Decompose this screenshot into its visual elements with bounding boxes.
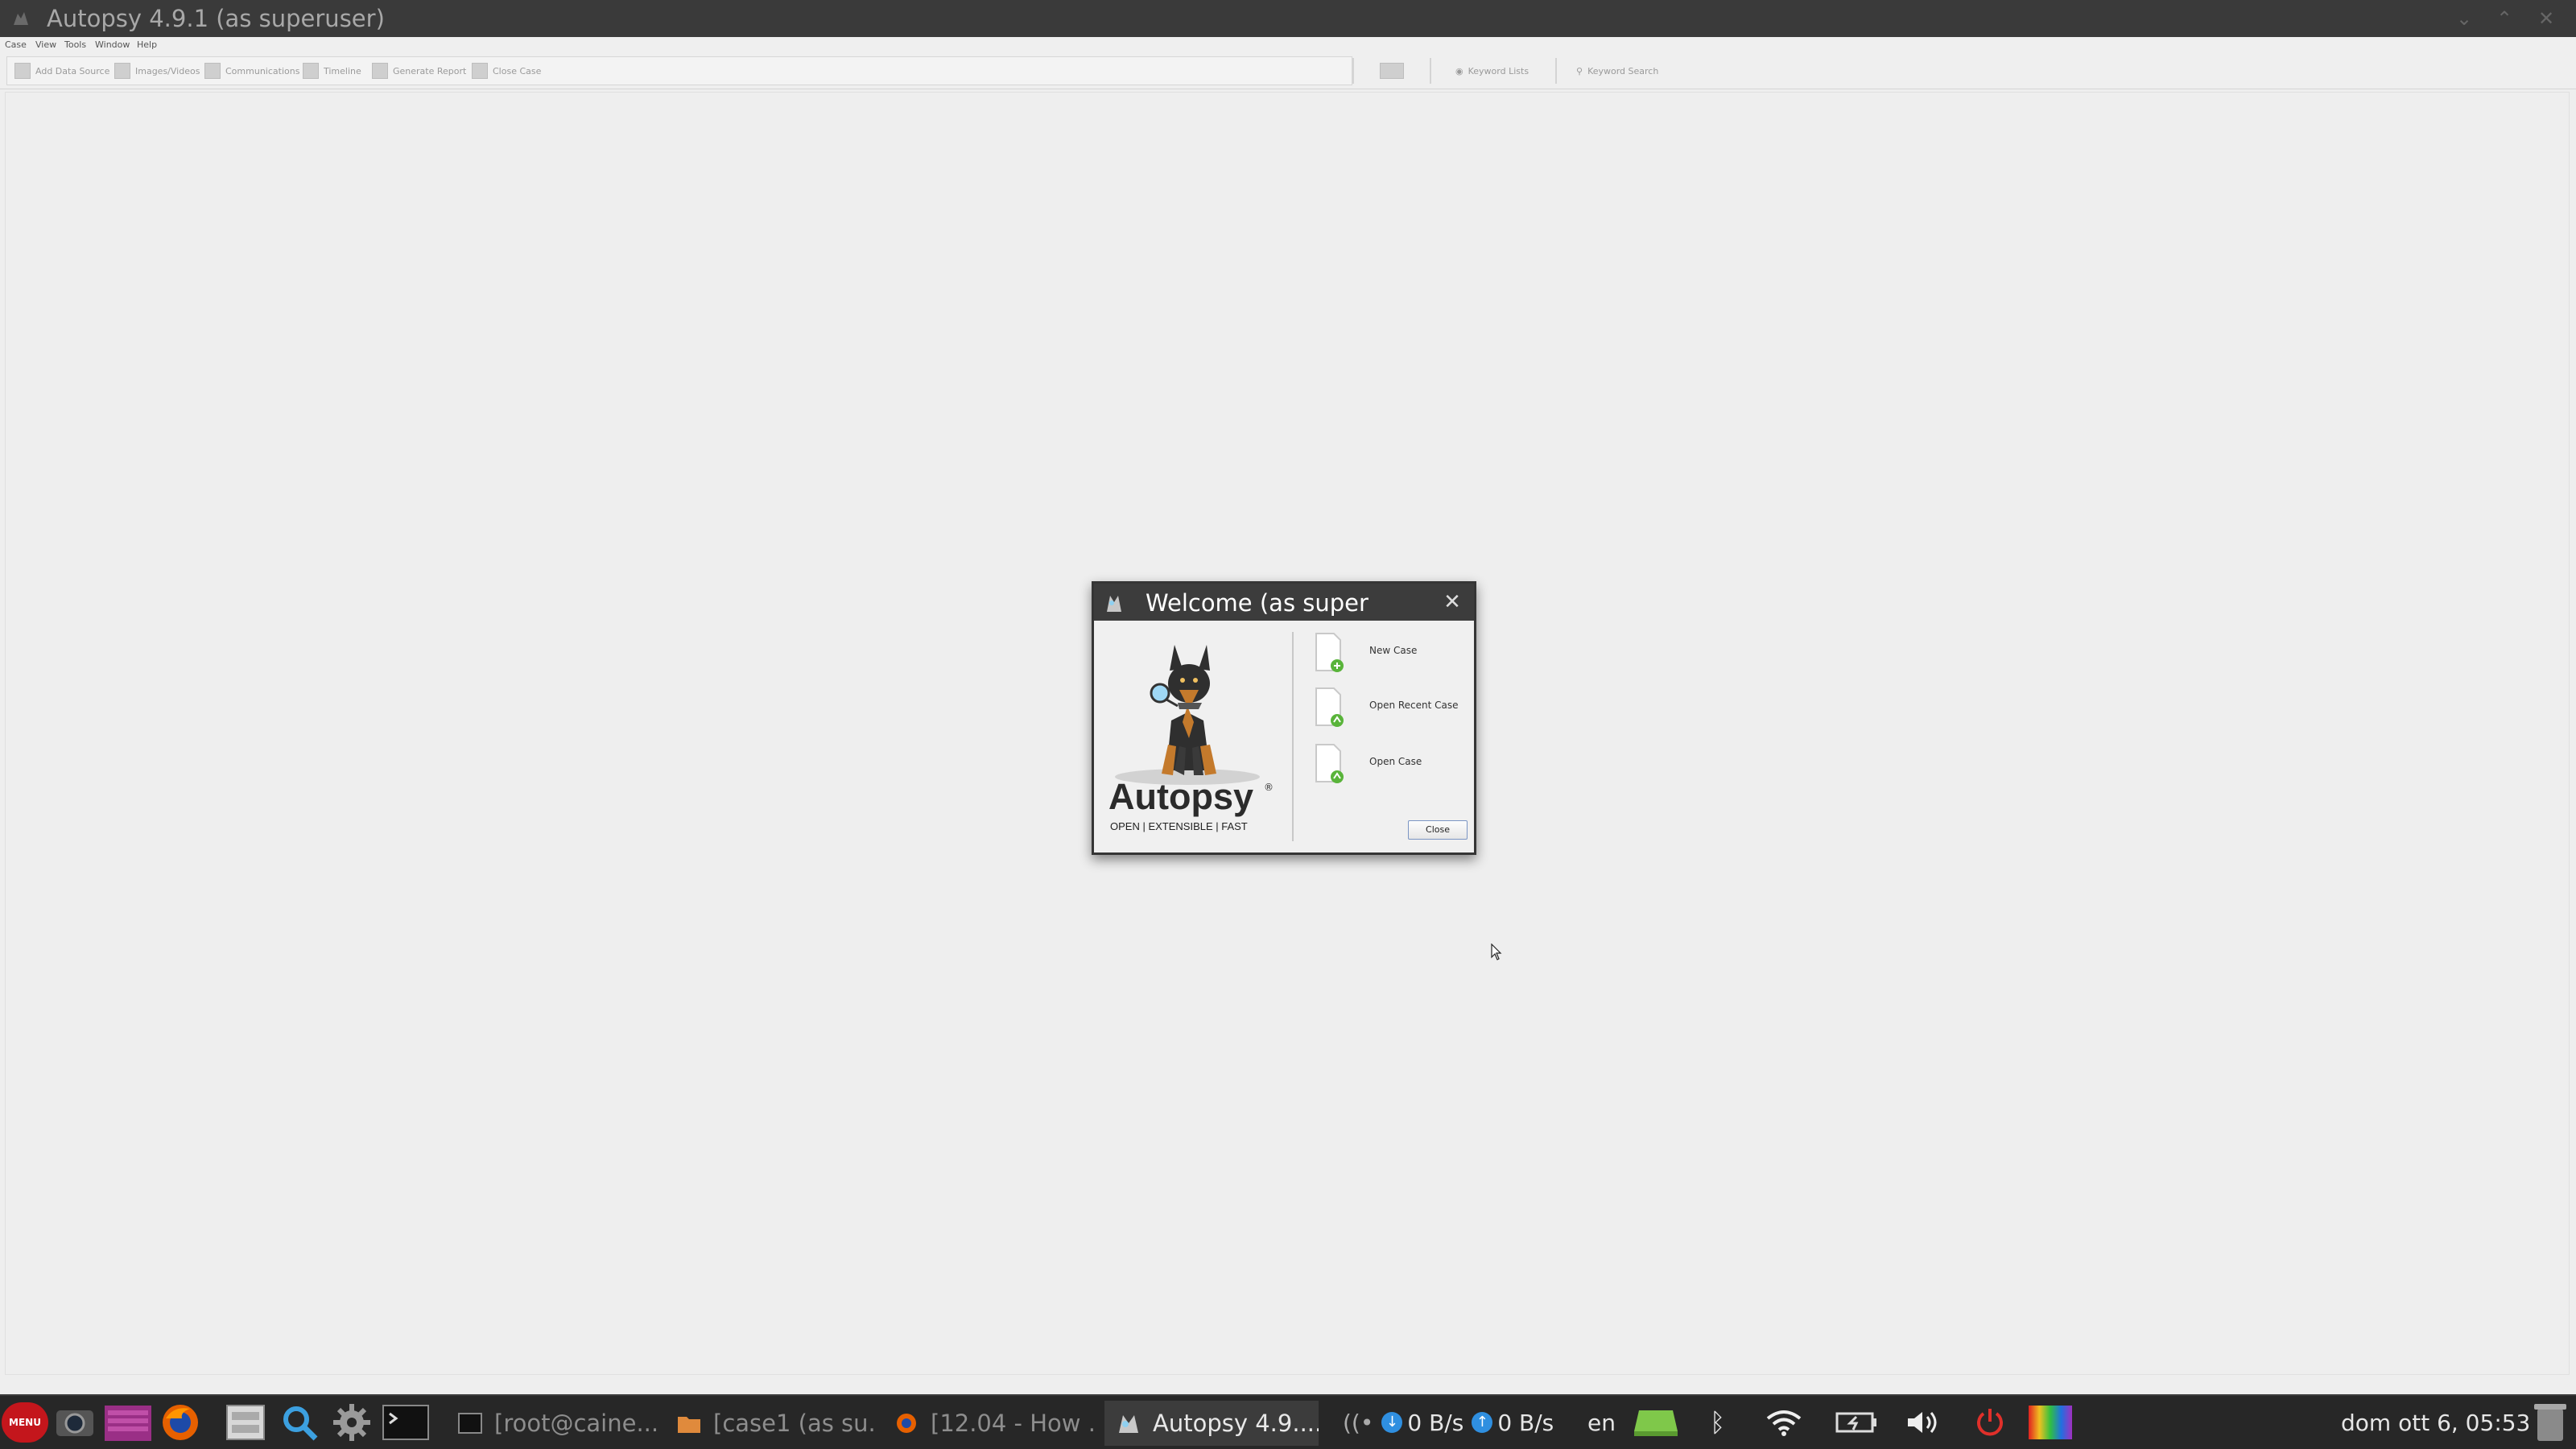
keyword-search-button[interactable]: ⚲ Keyword Search	[1576, 60, 1658, 81]
add-data-source-label: Add Data Source	[35, 65, 110, 76]
clock[interactable]: dom ott 6, 05:53	[2341, 1396, 2530, 1449]
open-recent-case-icon	[1315, 687, 1344, 727]
logo-tagline: OPEN | EXTENSIBLE | FAST	[1110, 820, 1248, 832]
close-button[interactable]: Close	[1408, 820, 1468, 840]
net-up-rate: 0 B/s	[1497, 1409, 1554, 1436]
menu-view[interactable]: View	[35, 39, 56, 51]
autopsy-logo-text: Autopsy	[1108, 776, 1253, 817]
open-case-action[interactable]: Open Case	[1311, 743, 1469, 788]
keyword-lists-button[interactable]: ◉ Keyword Lists	[1455, 60, 1529, 81]
file-manager-icon[interactable]	[103, 1402, 153, 1443]
communications-label: Communications	[225, 65, 300, 76]
open-case-icon	[1315, 744, 1344, 783]
keyword-search-label: Keyword Search	[1587, 65, 1659, 76]
battery-icon[interactable]	[1835, 1410, 1877, 1435]
upload-arrow-icon: ↑	[1472, 1412, 1493, 1433]
keyword-lists-label: Keyword Lists	[1468, 65, 1530, 76]
net-down-rate: 0 B/s	[1407, 1409, 1464, 1436]
timeline-button[interactable]: Timeline	[303, 60, 361, 81]
firefox-icon	[897, 1414, 916, 1433]
dialog-divider	[1292, 632, 1294, 841]
camera-icon[interactable]	[53, 1402, 97, 1443]
dialog-title: Welcome (as super	[1146, 589, 1368, 617]
task-autopsy[interactable]: Autopsy 4.9....	[1104, 1401, 1319, 1446]
task-label: Autopsy 4.9....	[1153, 1410, 1319, 1437]
firefox-icon[interactable]	[158, 1402, 203, 1443]
welcome-dialog: Welcome (as super ✕ Autopsy ® OPEN | EXT…	[1092, 581, 1476, 855]
new-case-action[interactable]: New Case	[1311, 632, 1469, 677]
dialog-close-icon[interactable]: ✕	[1439, 588, 1466, 616]
communications-icon	[204, 63, 221, 79]
toolbar-separator	[1430, 58, 1431, 84]
registered-mark: ®	[1264, 782, 1274, 793]
toolbar-separator	[1555, 58, 1557, 84]
terminal-icon[interactable]	[382, 1402, 430, 1443]
power-icon[interactable]	[1974, 1407, 2006, 1438]
images-videos-button[interactable]: Images/Videos	[114, 60, 200, 81]
terminal-icon	[458, 1413, 482, 1434]
network-monitor[interactable]: ((• ↓ 0 B/s ↑ 0 B/s	[1343, 1396, 1554, 1449]
menu-button[interactable]: MENU	[2, 1402, 48, 1443]
close-case-label: Close Case	[493, 65, 542, 76]
task-label: [root@caine...	[494, 1410, 658, 1437]
add-data-source-button[interactable]: Add Data Source	[14, 60, 109, 81]
toolbar-separator	[1352, 58, 1354, 84]
search-icon: ⚲	[1576, 65, 1583, 76]
open-recent-case-action[interactable]: Open Recent Case	[1311, 687, 1469, 732]
open-case-label: Open Case	[1369, 756, 1422, 767]
task-terminal[interactable]: [root@caine...	[446, 1401, 658, 1446]
images-videos-icon	[114, 63, 130, 79]
autopsy-dog-icon	[1107, 596, 1121, 612]
mouse-cursor-icon	[1491, 943, 1502, 960]
open-recent-case-label: Open Recent Case	[1369, 700, 1459, 711]
message-button[interactable]	[1380, 60, 1409, 81]
taskbar: MENU [root@caine... [case1 (as su... [12…	[0, 1394, 2576, 1449]
task-label: [case1 (as su...	[713, 1410, 876, 1437]
autopsy-icon	[1119, 1415, 1138, 1433]
volume-icon[interactable]	[1905, 1409, 1942, 1436]
generate-report-button[interactable]: Generate Report	[372, 60, 466, 81]
close-window-button[interactable]: ✕	[2533, 5, 2560, 32]
timeline-label: Timeline	[324, 65, 361, 76]
autopsy-app-icon	[14, 12, 28, 25]
new-case-label: New Case	[1369, 645, 1418, 656]
maximize-button[interactable]: ⌃	[2491, 5, 2518, 32]
menu-window[interactable]: Window	[95, 39, 130, 51]
timeline-icon	[303, 63, 319, 79]
window-titlebar: Autopsy 4.9.1 (as superuser) ⌄ ⌃ ✕	[0, 0, 2576, 39]
download-arrow-icon: ↓	[1381, 1412, 1403, 1433]
settings-gear-icon[interactable]	[328, 1402, 375, 1443]
generate-report-icon	[372, 63, 388, 79]
menu-help[interactable]: Help	[137, 39, 157, 51]
generate-report-label: Generate Report	[393, 65, 467, 76]
search-icon[interactable]	[277, 1402, 322, 1443]
drive-icon[interactable]	[1633, 1407, 1679, 1438]
menu-bar: Case View Tools Window Help	[0, 37, 2576, 53]
eye-icon: ◉	[1455, 65, 1463, 76]
bluetooth-icon[interactable]: ᛒ	[1710, 1396, 1725, 1449]
task-file-manager[interactable]: [case1 (as su...	[665, 1401, 876, 1446]
add-data-source-icon	[14, 63, 31, 79]
new-case-icon	[1315, 633, 1344, 672]
keyboard-layout[interactable]: en	[1587, 1396, 1616, 1449]
main-toolbar: Add Data Source Images/Videos Communicat…	[0, 53, 2576, 89]
close-case-icon	[472, 63, 488, 79]
task-label: [12.04 - How ...	[931, 1410, 1093, 1437]
menu-case[interactable]: Case	[5, 39, 27, 51]
message-icon	[1380, 63, 1404, 79]
trash-icon[interactable]	[2531, 1401, 2570, 1444]
wifi-icon[interactable]	[1765, 1409, 1803, 1436]
communications-button[interactable]: Communications	[204, 60, 299, 81]
window-title: Autopsy 4.9.1 (as superuser)	[47, 5, 385, 32]
files-drawer-icon[interactable]	[222, 1402, 269, 1443]
dialog-titlebar: Welcome (as super ✕	[1094, 584, 1474, 621]
images-videos-label: Images/Videos	[135, 65, 200, 76]
color-theme-icon[interactable]	[2025, 1404, 2075, 1441]
folder-icon	[678, 1417, 700, 1433]
task-firefox[interactable]: [12.04 - How ...	[882, 1401, 1093, 1446]
network-activity-icon: ((•	[1343, 1409, 1374, 1436]
minimize-button[interactable]: ⌄	[2450, 5, 2478, 32]
close-case-button[interactable]: Close Case	[472, 60, 541, 81]
menu-tools[interactable]: Tools	[64, 39, 86, 51]
